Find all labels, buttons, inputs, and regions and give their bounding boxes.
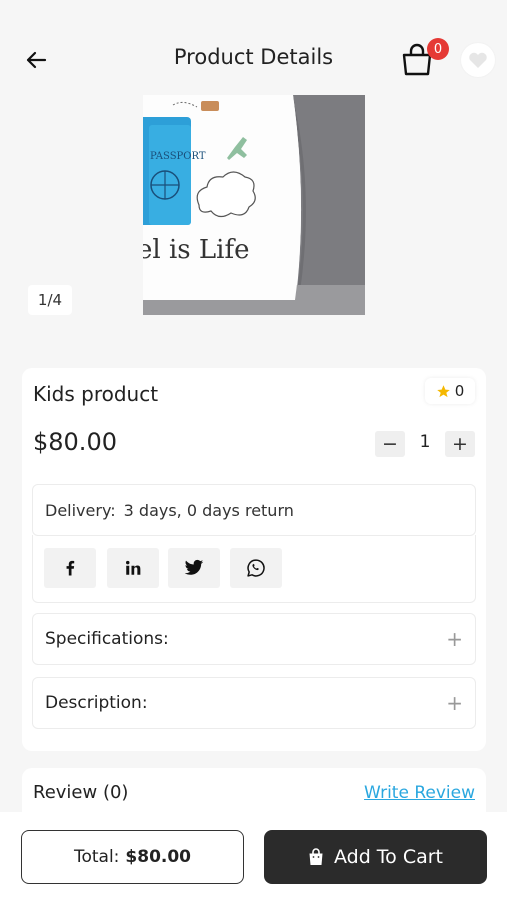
twitter-icon bbox=[184, 559, 204, 575]
cart-count-badge: 0 bbox=[427, 38, 449, 60]
svg-text:el is Life: el is Life bbox=[143, 235, 249, 265]
wishlist-button[interactable] bbox=[461, 43, 495, 77]
shopping-bag-icon bbox=[309, 848, 323, 865]
whatsapp-icon bbox=[247, 559, 265, 577]
svg-text:PASSPORT: PASSPORT bbox=[150, 151, 206, 162]
specifications-accordion[interactable]: Specifications: + bbox=[32, 613, 476, 665]
star-icon bbox=[436, 384, 450, 397]
total-amount: $80.00 bbox=[125, 847, 192, 867]
quantity-value: 1 bbox=[419, 432, 431, 452]
review-title: Review (0) bbox=[33, 782, 129, 803]
product-price: $80.00 bbox=[33, 428, 117, 456]
quantity-decrease-button[interactable]: − bbox=[375, 431, 405, 457]
linkedin-icon bbox=[126, 560, 141, 575]
rating-badge: 0 bbox=[425, 378, 475, 404]
description-label: Description: bbox=[45, 693, 148, 713]
share-whatsapp-button[interactable] bbox=[230, 548, 282, 588]
rating-value: 0 bbox=[454, 382, 465, 400]
total-label: Total: bbox=[73, 847, 120, 867]
product-gallery[interactable]: PASSPORT el is Life 1/4 bbox=[0, 95, 507, 355]
image-counter: 1/4 bbox=[28, 285, 72, 315]
write-review-link[interactable]: Write Review bbox=[364, 783, 475, 803]
delivery-value: 3 days, 0 days return bbox=[123, 500, 294, 520]
description-accordion[interactable]: Description: + bbox=[32, 677, 476, 729]
share-twitter-button[interactable] bbox=[168, 548, 220, 588]
add-to-cart-button[interactable]: Add To Cart bbox=[264, 830, 487, 884]
expand-plus-icon[interactable]: + bbox=[446, 627, 463, 651]
app-header: Product Details 0 bbox=[0, 0, 507, 95]
heart-icon bbox=[469, 52, 487, 68]
delivery-info: Delivery: 3 days, 0 days return bbox=[32, 484, 476, 536]
share-linkedin-button[interactable] bbox=[107, 548, 159, 588]
product-info-card: Kids product 0 $80.00 − 1 + Delivery: 3 … bbox=[22, 368, 486, 751]
bottom-action-bar: Total: $80.00 Add To Cart bbox=[0, 812, 507, 900]
quantity-increase-button[interactable]: + bbox=[445, 431, 475, 457]
specifications-label: Specifications: bbox=[45, 629, 169, 649]
delivery-label: Delivery: bbox=[45, 500, 116, 520]
product-name: Kids product bbox=[33, 382, 159, 406]
total-display: Total: $80.00 bbox=[21, 830, 244, 884]
share-facebook-button[interactable] bbox=[44, 548, 96, 588]
add-to-cart-label: Add To Cart bbox=[333, 846, 444, 868]
facebook-icon bbox=[66, 560, 75, 576]
social-share-row bbox=[32, 535, 476, 603]
expand-plus-icon[interactable]: + bbox=[446, 691, 463, 715]
product-image[interactable]: PASSPORT el is Life bbox=[143, 95, 365, 315]
pillow-photo: PASSPORT el is Life bbox=[143, 95, 365, 315]
